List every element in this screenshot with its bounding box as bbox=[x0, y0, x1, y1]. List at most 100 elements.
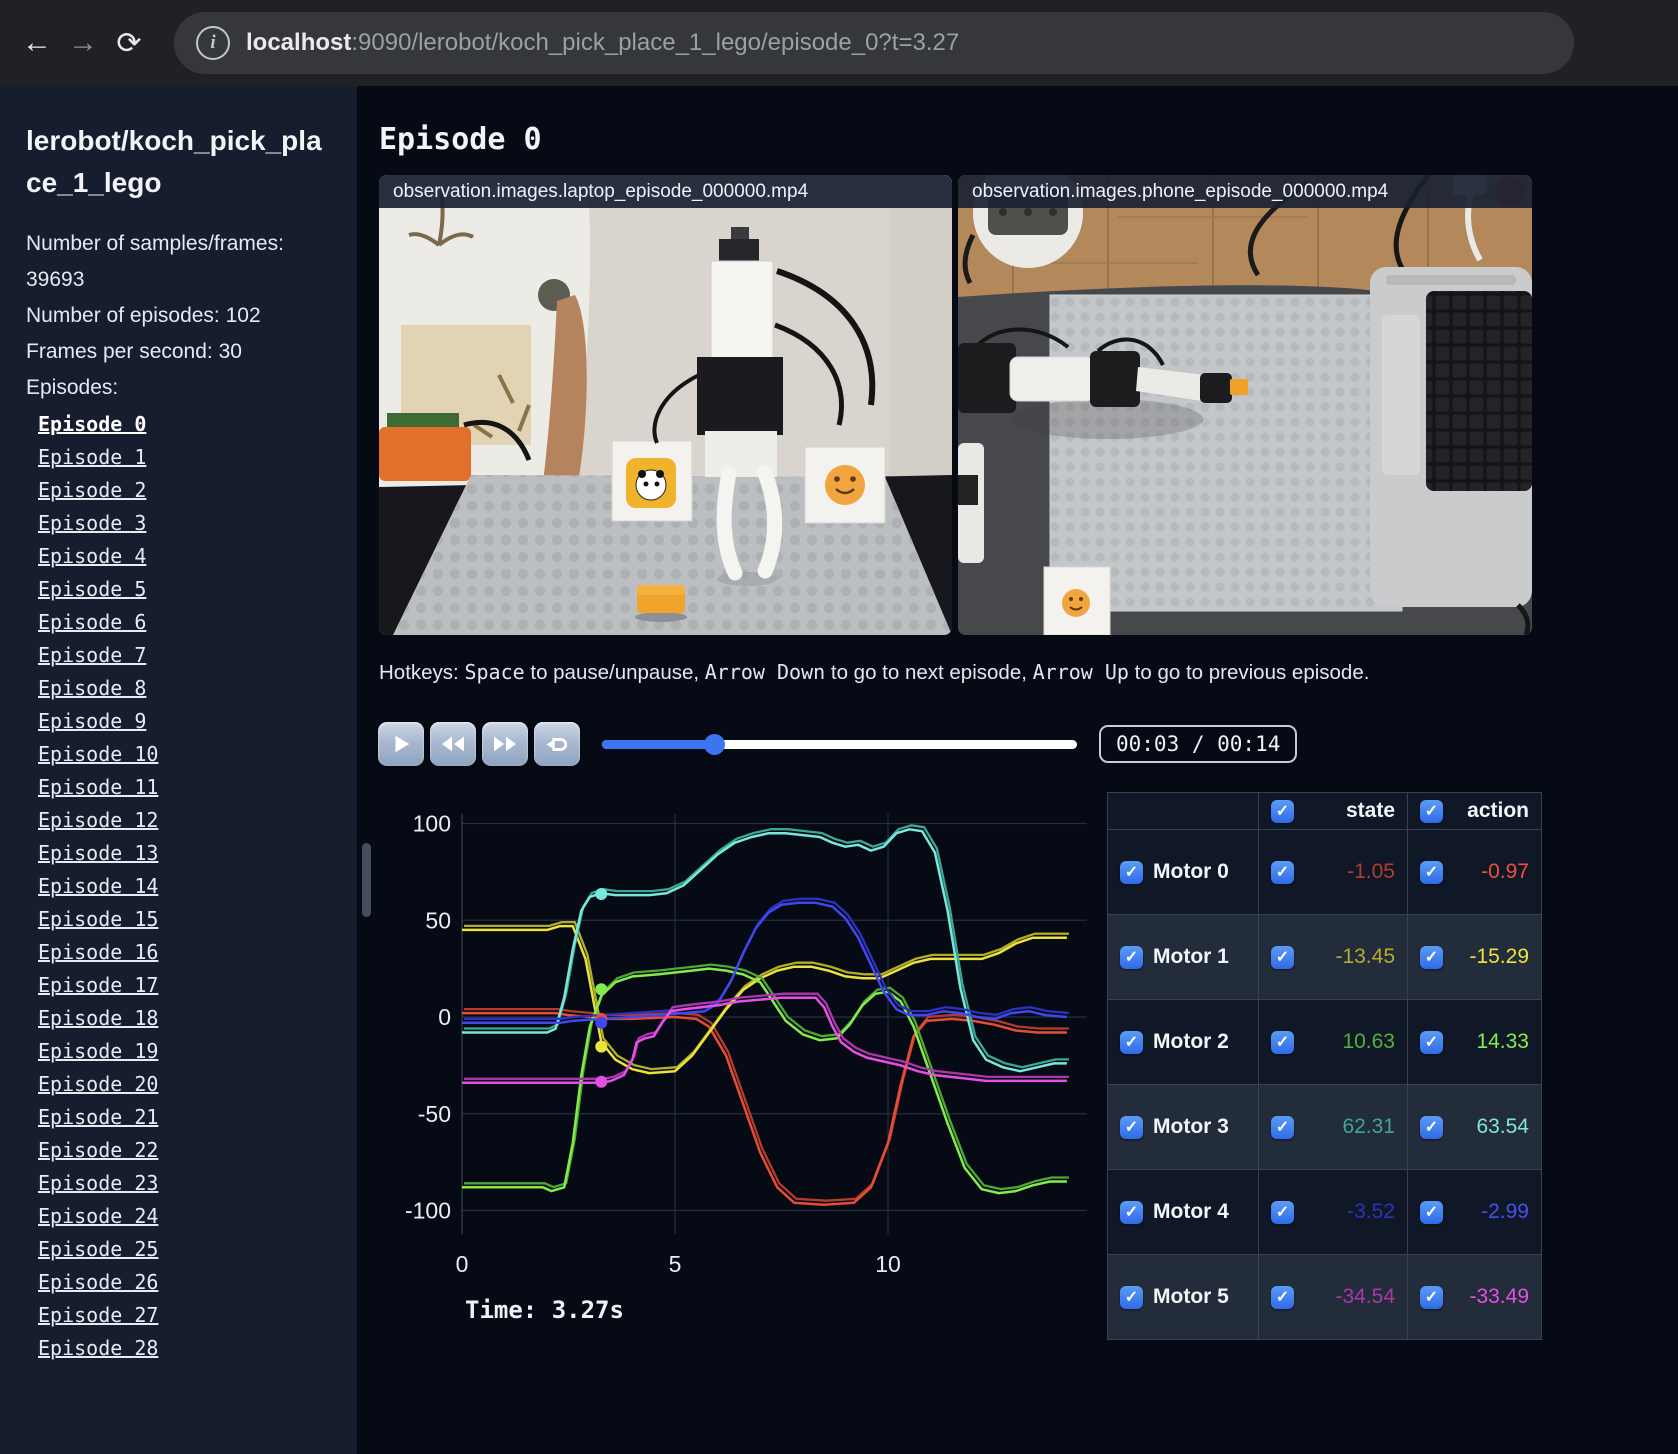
table-header-action: action bbox=[1407, 793, 1541, 829]
episode-link-13[interactable]: Episode 13 bbox=[38, 837, 357, 870]
sidebar: lerobot/koch_pick_place_1_lego Number of… bbox=[0, 86, 357, 1454]
episode-link-4[interactable]: Episode 4 bbox=[38, 540, 357, 573]
hotkeys-prefix: Hotkeys: bbox=[379, 661, 465, 684]
slider-thumb[interactable] bbox=[703, 734, 725, 755]
table-header-row: state action bbox=[1108, 793, 1541, 829]
motor-3-action-checkbox[interactable] bbox=[1420, 1115, 1443, 1139]
url-text: localhost:9090/lerobot/koch_pick_place_1… bbox=[246, 29, 959, 57]
stat-episodes: Number of episodes: 102 bbox=[26, 304, 261, 327]
motor-0-action-checkbox[interactable] bbox=[1420, 860, 1443, 884]
forward-icon[interactable]: → bbox=[60, 26, 106, 60]
state-column-label: state bbox=[1345, 799, 1395, 822]
episode-link-0[interactable]: Episode 0 bbox=[38, 408, 357, 441]
motor-1-state-checkbox[interactable] bbox=[1271, 945, 1294, 969]
motor-state-value: 10.63 bbox=[1342, 1030, 1395, 1053]
episode-link-22[interactable]: Episode 22 bbox=[38, 1134, 357, 1167]
site-info-icon[interactable]: i bbox=[196, 26, 230, 60]
chart-time-label: Time: 3.27s bbox=[465, 1296, 624, 1324]
episode-link-12[interactable]: Episode 12 bbox=[38, 804, 357, 837]
episode-link-15[interactable]: Episode 15 bbox=[38, 903, 357, 936]
series-state-3 bbox=[464, 824, 1069, 1069]
table-header-empty bbox=[1108, 793, 1258, 829]
slider-fill bbox=[602, 740, 714, 749]
episode-link-26[interactable]: Episode 26 bbox=[38, 1266, 357, 1299]
motor-4-action-checkbox[interactable] bbox=[1420, 1200, 1443, 1224]
play-button[interactable] bbox=[378, 722, 424, 766]
motors-chart[interactable]: 100 50 0 -50 -100 0 5 10 Time: 3.27s bbox=[385, 786, 1105, 1346]
phone-video bbox=[958, 175, 1532, 635]
phone-video-panel: observation.images.phone_episode_000000.… bbox=[958, 175, 1532, 635]
episode-link-10[interactable]: Episode 10 bbox=[38, 738, 357, 771]
episode-link-24[interactable]: Episode 24 bbox=[38, 1200, 357, 1233]
rewind-icon bbox=[442, 736, 464, 752]
loop-icon bbox=[546, 737, 568, 751]
video-progress-slider[interactable] bbox=[602, 731, 1077, 757]
episode-link-2[interactable]: Episode 2 bbox=[38, 474, 357, 507]
episode-link-20[interactable]: Episode 20 bbox=[38, 1068, 357, 1101]
y-tick-label: -50 bbox=[418, 1101, 451, 1127]
motor-action-value: 14.33 bbox=[1476, 1030, 1529, 1053]
episode-link-11[interactable]: Episode 11 bbox=[38, 771, 357, 804]
episode-link-23[interactable]: Episode 23 bbox=[38, 1167, 357, 1200]
motor-state-value: -34.54 bbox=[1335, 1285, 1395, 1308]
motor-name: Motor 0 bbox=[1153, 860, 1229, 883]
episode-link-9[interactable]: Episode 9 bbox=[38, 705, 357, 738]
play-icon bbox=[395, 735, 410, 753]
episode-link-17[interactable]: Episode 17 bbox=[38, 969, 357, 1002]
series-state-5 bbox=[464, 992, 1069, 1080]
dataset-title: lerobot/koch_pick_place_1_lego bbox=[26, 125, 322, 198]
address-bar[interactable]: i localhost:9090/lerobot/koch_pick_place… bbox=[174, 12, 1574, 74]
action-column-checkbox[interactable] bbox=[1420, 799, 1443, 823]
motor-5-checkbox[interactable] bbox=[1120, 1285, 1143, 1309]
motor-4-checkbox[interactable] bbox=[1120, 1200, 1143, 1224]
motor-2-state-checkbox[interactable] bbox=[1271, 1030, 1294, 1054]
episode-link-1[interactable]: Episode 1 bbox=[38, 441, 357, 474]
episode-link-16[interactable]: Episode 16 bbox=[38, 936, 357, 969]
hotkeys-text-2: to go to next episode, bbox=[825, 661, 1033, 684]
motor-row-1: Motor 1 -13.45 -15.29 bbox=[1108, 914, 1541, 999]
motor-1-checkbox[interactable] bbox=[1120, 945, 1143, 969]
motor-3-checkbox[interactable] bbox=[1120, 1115, 1143, 1139]
dataset-stats: Number of samples/frames: 39693 Number o… bbox=[0, 226, 357, 406]
motor-0-checkbox[interactable] bbox=[1120, 860, 1143, 884]
laptop-video bbox=[379, 175, 952, 635]
laptop-video-caption: observation.images.laptop_episode_000000… bbox=[379, 175, 952, 208]
episode-link-3[interactable]: Episode 3 bbox=[38, 507, 357, 540]
motor-state-value: 62.31 bbox=[1342, 1115, 1395, 1138]
slider-track[interactable] bbox=[602, 740, 1077, 749]
episode-link-8[interactable]: Episode 8 bbox=[38, 672, 357, 705]
motor-2-action-checkbox[interactable] bbox=[1420, 1030, 1443, 1054]
browser-toolbar: ← → ⟳ i localhost:9090/lerobot/koch_pick… bbox=[0, 0, 1678, 86]
episode-link-25[interactable]: Episode 25 bbox=[38, 1233, 357, 1266]
episode-link-18[interactable]: Episode 18 bbox=[38, 1002, 357, 1035]
motor-2-checkbox[interactable] bbox=[1120, 1030, 1143, 1054]
series-action-5 bbox=[462, 996, 1067, 1085]
episode-link-14[interactable]: Episode 14 bbox=[38, 870, 357, 903]
stat-fps: Frames per second: 30 bbox=[26, 340, 242, 363]
episode-link-7[interactable]: Episode 7 bbox=[38, 639, 357, 672]
loop-button[interactable] bbox=[534, 722, 580, 766]
episode-link-5[interactable]: Episode 5 bbox=[38, 573, 357, 606]
reload-icon[interactable]: ⟳ bbox=[106, 26, 152, 61]
back-icon[interactable]: ← bbox=[14, 26, 60, 60]
motor-5-state-checkbox[interactable] bbox=[1271, 1285, 1294, 1309]
state-column-checkbox[interactable] bbox=[1271, 799, 1294, 823]
motor-4-state-checkbox[interactable] bbox=[1271, 1200, 1294, 1224]
episode-link-19[interactable]: Episode 19 bbox=[38, 1035, 357, 1068]
motor-action-value: -15.29 bbox=[1469, 945, 1529, 968]
episode-link-21[interactable]: Episode 21 bbox=[38, 1101, 357, 1134]
episode-link-6[interactable]: Episode 6 bbox=[38, 606, 357, 639]
episode-link-28[interactable]: Episode 28 bbox=[38, 1332, 357, 1365]
rewind-button[interactable] bbox=[430, 722, 476, 766]
scrollbar-thumb[interactable] bbox=[362, 843, 371, 917]
main-content: Episode 0 observation.images.laptop_epis… bbox=[357, 86, 1678, 1454]
x-tick-label: 0 bbox=[456, 1251, 469, 1277]
motor-5-action-checkbox[interactable] bbox=[1420, 1285, 1443, 1309]
episode-link-27[interactable]: Episode 27 bbox=[38, 1299, 357, 1332]
fast-forward-button[interactable] bbox=[482, 722, 528, 766]
motor-3-state-checkbox[interactable] bbox=[1271, 1115, 1294, 1139]
motor-state-value: -3.52 bbox=[1347, 1200, 1395, 1223]
motor-action-value: 63.54 bbox=[1476, 1115, 1529, 1138]
motor-0-state-checkbox[interactable] bbox=[1271, 860, 1294, 884]
motor-1-action-checkbox[interactable] bbox=[1420, 945, 1443, 969]
